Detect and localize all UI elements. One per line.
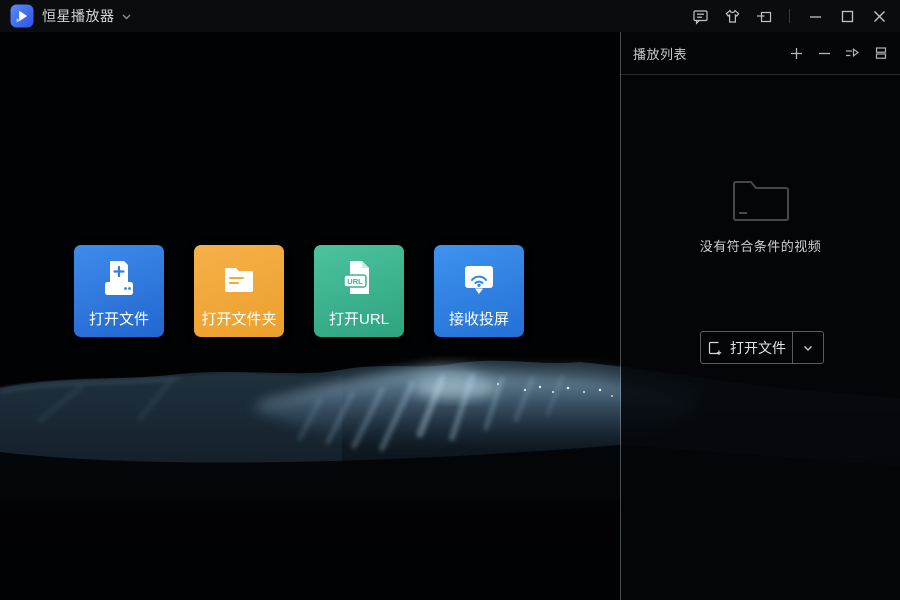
playlist-header: 播放列表: [621, 32, 900, 75]
empty-folder-icon: [726, 170, 796, 226]
playlist-add-icon[interactable]: [789, 46, 804, 61]
url-document-icon: URL: [336, 256, 382, 302]
playlist-open-file-button: 打开文件: [700, 331, 824, 364]
play-order-icon[interactable]: [845, 46, 860, 61]
url-badge: URL: [347, 277, 363, 286]
layout-list-icon[interactable]: [873, 46, 888, 61]
open-file-label: 打开文件: [730, 338, 786, 358]
playlist-tools: [789, 46, 888, 61]
titlebar-actions: [691, 0, 900, 32]
app-title[interactable]: 恒星播放器: [42, 6, 115, 26]
receive-cast-tile[interactable]: 接收投屏: [434, 245, 524, 337]
control-bar: PC: [0, 545, 900, 600]
skin-tshirt-icon[interactable]: [723, 7, 741, 25]
playlist-panel: 播放列表: [621, 32, 900, 600]
tile-label: 打开URL: [329, 308, 389, 329]
open-file-action[interactable]: 打开文件: [701, 332, 792, 363]
app-logo-icon[interactable]: [10, 4, 34, 28]
screen-cast-icon: [456, 256, 502, 302]
chevron-down-icon[interactable]: [121, 11, 132, 22]
open-url-tile[interactable]: URL 打开URL: [314, 245, 404, 337]
close-icon[interactable]: [870, 7, 888, 25]
file-plus-icon: [96, 256, 142, 302]
folder-icon: [216, 256, 262, 302]
feedback-icon[interactable]: [691, 7, 709, 25]
playlist-empty-text: 没有符合条件的视频: [700, 236, 822, 255]
titlebar: 恒星播放器: [0, 0, 900, 32]
file-add-icon: [707, 340, 723, 356]
open-file-tile[interactable]: 打开文件: [74, 245, 164, 337]
tile-label: 接收投屏: [449, 308, 509, 329]
titlebar-separator: [789, 9, 790, 23]
maximize-icon[interactable]: [838, 7, 856, 25]
playlist-empty-state: 没有符合条件的视频: [621, 170, 900, 255]
playlist-title: 播放列表: [633, 44, 687, 63]
tile-label: 打开文件夹: [201, 308, 276, 329]
open-folder-tile[interactable]: 打开文件夹: [194, 245, 284, 337]
tile-label: 打开文件: [89, 308, 149, 329]
minimize-icon[interactable]: [806, 7, 824, 25]
open-file-dropdown-icon[interactable]: [793, 332, 823, 363]
mini-mode-icon[interactable]: [755, 7, 773, 25]
player-window: 恒星播放器: [0, 0, 900, 600]
playlist-remove-icon[interactable]: [817, 46, 832, 61]
